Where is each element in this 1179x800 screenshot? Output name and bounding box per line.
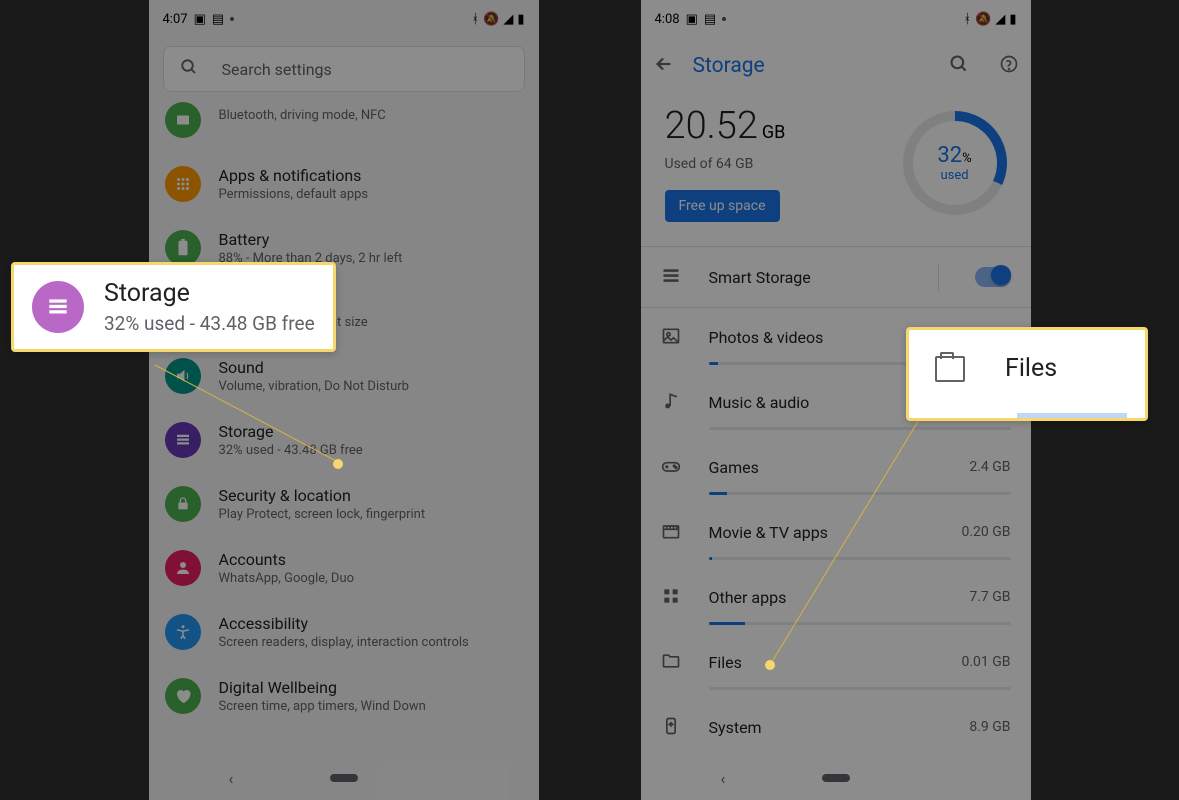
battery-icon: ▮ xyxy=(517,12,524,27)
devices-icon xyxy=(165,102,201,138)
left-phone-settings: 4:07 ▣ ▤ ᚼ 🔕 ◢ ▮ Search settings Bluetoo… xyxy=(149,0,539,800)
apps-icon xyxy=(165,166,201,202)
wellbeing-icon xyxy=(165,678,201,714)
ring-percent: 32 xyxy=(937,143,962,168)
pointer-dot xyxy=(765,660,775,670)
calendar-icon: ▤ xyxy=(704,12,716,27)
bluetooth-icon: ᚼ xyxy=(471,12,479,27)
status-dot-icon xyxy=(722,17,726,21)
smart-storage-label: Smart Storage xyxy=(709,268,912,287)
setting-storage[interactable]: Storage 32% used - 43.48 GB free xyxy=(149,408,539,472)
battery-circle-icon xyxy=(165,230,201,266)
movie-icon xyxy=(661,521,683,543)
setting-accessibility[interactable]: Accessibility Screen readers, display, i… xyxy=(149,600,539,664)
cat-other-apps[interactable]: Other apps 7.7 GB xyxy=(641,568,1031,625)
music-icon xyxy=(661,391,683,413)
setting-sound[interactable]: Sound Volume, vibration, Do Not Disturb xyxy=(149,344,539,408)
smart-storage-row[interactable]: Smart Storage xyxy=(641,247,1031,308)
setting-security[interactable]: Security & location Play Protect, screen… xyxy=(149,472,539,536)
status-time: 4:08 xyxy=(655,12,680,27)
used-value: 20.52 xyxy=(665,104,758,148)
gallery-icon: ▣ xyxy=(194,12,206,27)
status-bar: 4:08 ▣ ▤ ᚼ 🔕 ◢ ▮ xyxy=(641,0,1031,38)
sound-icon xyxy=(165,358,201,394)
system-icon xyxy=(661,716,683,738)
callout-storage-title: Storage xyxy=(104,279,315,308)
accounts-icon xyxy=(165,550,201,586)
setting-connected-devices[interactable]: Bluetooth, driving mode, NFC xyxy=(149,98,539,152)
nav-home-pill[interactable] xyxy=(822,774,850,782)
setting-apps[interactable]: Apps & notifications Permissions, defaul… xyxy=(149,152,539,216)
used-sub: Used of 64 GB xyxy=(665,156,786,172)
used-unit: GB xyxy=(762,122,785,143)
callout-storage-icon xyxy=(32,281,84,333)
storage-hero: 20.52 GB Used of 64 GB Free up space 32%… xyxy=(641,94,1031,247)
callout-storage: Storage 32% used - 43.48 GB free xyxy=(11,262,336,352)
pointer-dot xyxy=(333,459,343,469)
smart-storage-toggle[interactable] xyxy=(975,267,1011,287)
storage-icon xyxy=(165,422,201,458)
usage-ring: 32% used xyxy=(903,111,1007,215)
divider xyxy=(938,263,939,291)
status-time: 4:07 xyxy=(163,12,188,27)
photos-icon xyxy=(661,326,683,348)
ring-used-label: used xyxy=(937,168,971,183)
settings-list: Bluetooth, driving mode, NFC Apps & noti… xyxy=(149,98,539,728)
nav-bar: ‹ xyxy=(641,756,1031,800)
cat-system[interactable]: System 8.9 GB xyxy=(641,698,1031,742)
setting-accounts[interactable]: Accounts WhatsApp, Google, Duo xyxy=(149,536,539,600)
callout-files-bar xyxy=(1017,413,1127,418)
free-up-space-button[interactable]: Free up space xyxy=(665,190,780,222)
search-placeholder: Search settings xyxy=(222,60,332,79)
status-dot-icon xyxy=(230,17,234,21)
battery-icon: ▮ xyxy=(1009,12,1016,27)
search-icon[interactable] xyxy=(949,54,969,78)
callout-storage-sub: 32% used - 43.48 GB free xyxy=(104,312,315,335)
bluetooth-icon: ᚼ xyxy=(963,12,971,27)
nav-back-icon[interactable]: ‹ xyxy=(721,769,726,788)
back-arrow-icon[interactable] xyxy=(653,53,675,79)
storage-list-icon xyxy=(661,266,683,288)
lock-icon xyxy=(165,486,201,522)
callout-files-icon xyxy=(935,356,965,382)
search-settings-input[interactable]: Search settings xyxy=(163,46,525,92)
callout-files: Files xyxy=(906,327,1148,421)
calendar-icon: ▤ xyxy=(212,12,224,27)
callout-files-title: Files xyxy=(1005,354,1057,383)
cat-games[interactable]: Games 2.4 GB xyxy=(641,438,1031,495)
cat-files[interactable]: Files 0.01 GB xyxy=(641,633,1031,690)
dnd-icon: 🔕 xyxy=(483,12,499,27)
files-icon xyxy=(661,651,683,673)
setting-wellbeing[interactable]: Digital Wellbeing Screen time, app timer… xyxy=(149,664,539,728)
nav-back-icon[interactable]: ‹ xyxy=(229,769,234,788)
storage-page-title: Storage xyxy=(693,54,931,78)
storage-header: Storage xyxy=(641,38,1031,94)
other-apps-icon xyxy=(661,586,683,608)
nav-home-pill[interactable] xyxy=(330,774,358,782)
search-icon xyxy=(180,58,198,80)
accessibility-icon xyxy=(165,614,201,650)
wifi-icon: ◢ xyxy=(995,12,1005,27)
gallery-icon: ▣ xyxy=(686,12,698,27)
help-icon[interactable] xyxy=(999,54,1019,78)
nav-bar: ‹ xyxy=(149,756,539,800)
games-icon xyxy=(661,456,683,478)
cat-movies[interactable]: Movie & TV apps 0.20 GB xyxy=(641,503,1031,560)
status-bar: 4:07 ▣ ▤ ᚼ 🔕 ◢ ▮ xyxy=(149,0,539,38)
dnd-icon: 🔕 xyxy=(975,12,991,27)
wifi-icon: ◢ xyxy=(503,12,513,27)
